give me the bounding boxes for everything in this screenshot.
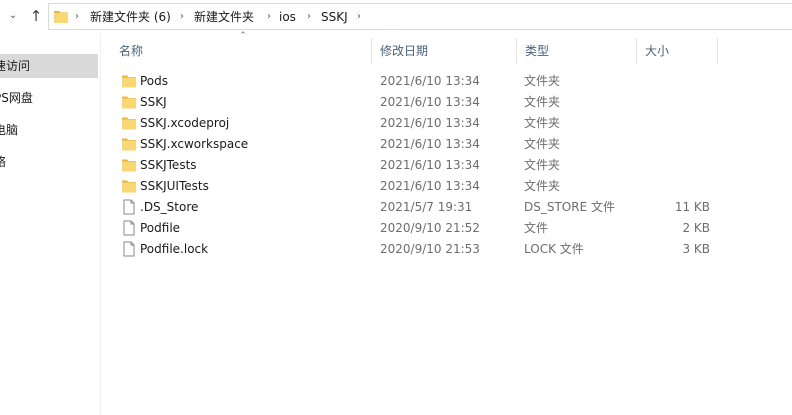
- chevron-right-icon[interactable]: ›: [307, 9, 311, 25]
- file-name: Pods: [140, 74, 169, 88]
- file-type: 文件夹: [524, 158, 561, 172]
- file-row[interactable]: Podfile 2020/9/10 21:52 文件 2 KB: [112, 218, 722, 239]
- chevron-right-icon[interactable]: ›: [357, 9, 361, 25]
- nav-item-wps-drive[interactable]: PS网盘: [0, 86, 98, 110]
- breadcrumb-item[interactable]: 新建文件夹 (6): [90, 9, 171, 25]
- chevron-down-icon[interactable]: ⌄: [7, 9, 19, 23]
- file-type: 文件夹: [524, 74, 561, 88]
- file-modified-date: 2021/6/10 13:34: [380, 74, 480, 88]
- file-name: Podfile.lock: [140, 242, 209, 256]
- file-row[interactable]: Podfile.lock 2020/9/10 21:53 LOCK 文件 3 KB: [112, 239, 722, 260]
- address-bar[interactable]: › 新建文件夹 (6) › 新建文件夹 › ios › SSKJ ›: [48, 3, 792, 30]
- chevron-right-icon[interactable]: ›: [75, 9, 79, 25]
- file-type: 文件夹: [524, 95, 561, 109]
- folder-icon: [121, 94, 137, 110]
- file-modified-date: 2021/6/10 13:34: [380, 137, 480, 151]
- file-name: SSKJ: [140, 95, 167, 109]
- file-size: [632, 178, 710, 195]
- file-row[interactable]: SSKJTests 2021/6/10 13:34 文件夹: [112, 155, 722, 176]
- folder-icon: [121, 73, 137, 89]
- nav-item-quick-access[interactable]: 速访问: [0, 54, 98, 78]
- file-name: SSKJUITests: [140, 179, 209, 193]
- nav-item-label: 速访问: [0, 59, 31, 73]
- file-type: 文件夹: [524, 137, 561, 151]
- folder-icon: [121, 157, 137, 173]
- nav-item-label: PS网盘: [0, 91, 33, 105]
- file-icon: [121, 220, 137, 236]
- nav-item-network[interactable]: 络: [0, 150, 98, 174]
- file-name: SSKJ.xcworkspace: [140, 137, 249, 151]
- file-row[interactable]: Pods 2021/6/10 13:34 文件夹: [112, 71, 722, 92]
- nav-item-label: 络: [0, 155, 7, 169]
- file-name: Podfile: [140, 221, 181, 235]
- file-type: 文件: [524, 221, 549, 235]
- file-name: .DS_Store: [140, 200, 199, 214]
- file-type: 文件夹: [524, 116, 561, 130]
- file-icon: [121, 199, 137, 215]
- column-divider[interactable]: [717, 38, 718, 64]
- file-name: SSKJTests: [140, 158, 197, 172]
- file-modified-date: 2020/9/10 21:53: [380, 242, 480, 256]
- file-row[interactable]: SSKJUITests 2021/6/10 13:34 文件夹: [112, 176, 722, 197]
- nav-item-this-pc[interactable]: 电脑: [0, 118, 98, 142]
- file-size: 2 KB: [682, 221, 710, 235]
- file-modified-date: 2021/5/7 19:31: [380, 200, 473, 214]
- file-type: 文件夹: [524, 179, 561, 193]
- file-icon: [121, 241, 137, 257]
- folder-icon: [54, 11, 68, 23]
- file-row[interactable]: .DS_Store 2021/5/7 19:31 DS_STORE 文件 11 KB: [112, 197, 722, 218]
- breadcrumb-item[interactable]: SSKJ: [321, 9, 348, 25]
- file-row[interactable]: SSKJ.xcodeproj 2021/6/10 13:34 文件夹: [112, 113, 722, 134]
- column-header-name[interactable]: 名称: [111, 38, 371, 64]
- file-row[interactable]: SSKJ.xcworkspace 2021/6/10 13:34 文件夹: [112, 134, 722, 155]
- file-size: [632, 73, 710, 90]
- file-size: [632, 94, 710, 111]
- file-name: SSKJ.xcodeproj: [140, 116, 230, 130]
- chevron-right-icon[interactable]: ›: [180, 9, 184, 25]
- breadcrumb-item[interactable]: ios: [279, 9, 296, 25]
- file-type: DS_STORE 文件: [524, 200, 615, 214]
- file-modified-date: 2020/9/10 21:52: [380, 221, 480, 235]
- file-modified-date: 2021/6/10 13:34: [380, 158, 480, 172]
- navigation-pane: 速访问 PS网盘 电脑 络: [0, 33, 101, 415]
- folder-icon: [121, 136, 137, 152]
- file-modified-date: 2021/6/10 13:34: [380, 179, 480, 193]
- chevron-right-icon[interactable]: ›: [267, 9, 271, 25]
- nav-item-label: 电脑: [0, 123, 19, 137]
- up-arrow-icon[interactable]: ↑: [27, 6, 45, 26]
- file-size: [632, 136, 710, 153]
- file-type: LOCK 文件: [524, 242, 584, 256]
- column-header-date[interactable]: 修改日期: [372, 38, 516, 64]
- breadcrumb-item[interactable]: 新建文件夹: [194, 9, 254, 25]
- file-size: 3 KB: [682, 242, 710, 256]
- folder-icon: [121, 178, 137, 194]
- folder-icon: [121, 115, 137, 131]
- file-size: 11 KB: [674, 200, 710, 214]
- column-header-size[interactable]: 大小: [637, 38, 717, 64]
- file-size: [632, 157, 710, 174]
- file-size: [632, 115, 710, 132]
- file-row[interactable]: SSKJ 2021/6/10 13:34 文件夹: [112, 92, 722, 113]
- address-bar-row: ⌄ ↑ › 新建文件夹 (6) › 新建文件夹 › ios › SSKJ ›: [0, 0, 792, 33]
- file-modified-date: 2021/6/10 13:34: [380, 116, 480, 130]
- file-modified-date: 2021/6/10 13:34: [380, 95, 480, 109]
- column-header-type[interactable]: 类型: [517, 38, 636, 64]
